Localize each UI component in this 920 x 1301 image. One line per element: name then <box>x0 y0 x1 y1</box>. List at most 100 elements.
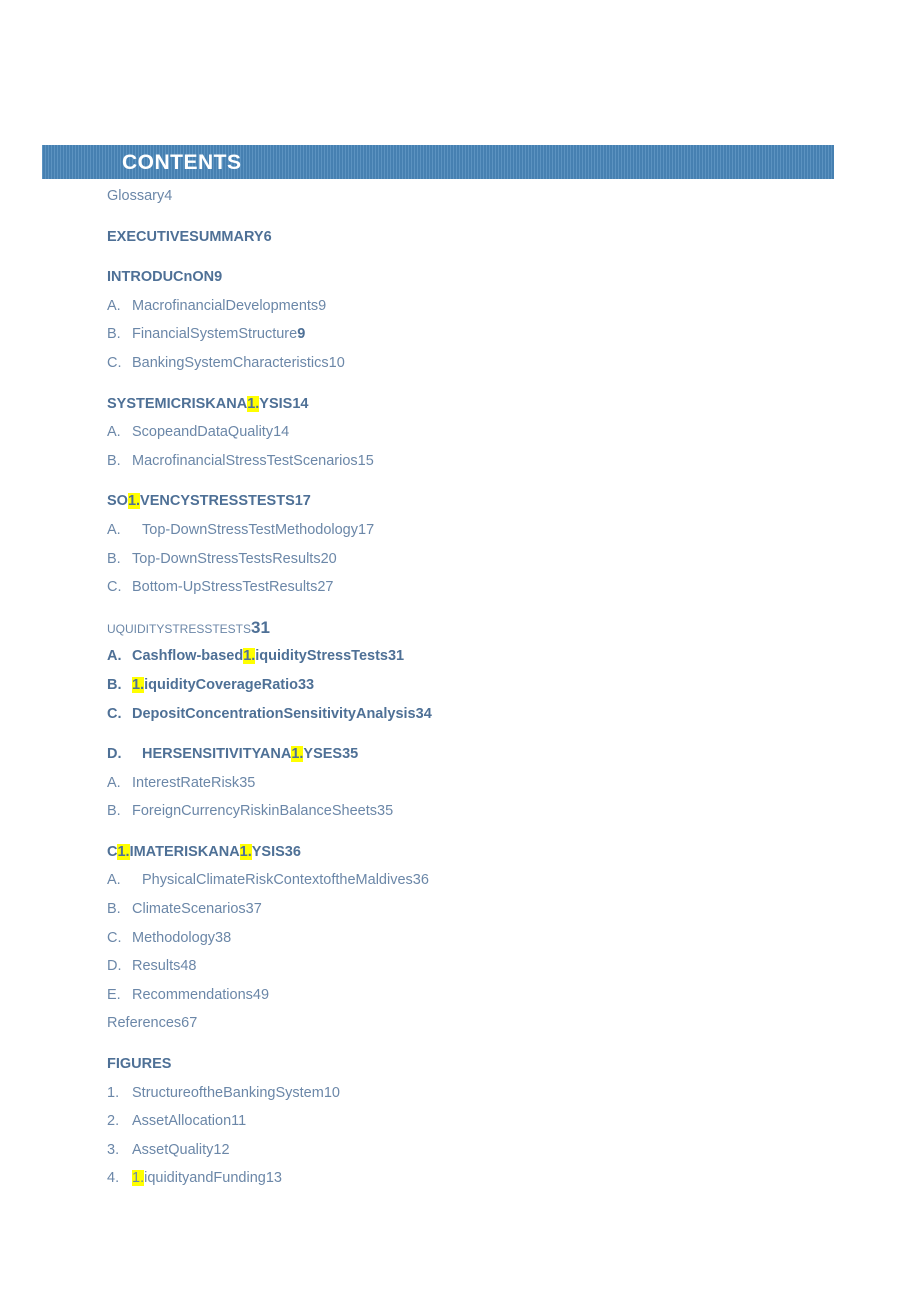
toc-entry-text: AssetAllocation11 <box>132 1107 246 1136</box>
toc-entry-climate-c[interactable]: C. Methodology38 <box>0 924 920 953</box>
toc-entry-figure-3[interactable]: 3. AssetQuality12 <box>0 1136 920 1165</box>
document-page: CONTENTS Glossary4 EXECUTIVESUMMARY6 INTRO… <box>0 0 920 1301</box>
toc-entry-text: SO1.VENCYSTRESSTESTS17 <box>107 487 311 516</box>
toc-entry-text: MacrofinancialStressTestScenarios15 <box>132 447 374 476</box>
toc-entry-references[interactable]: References67 <box>0 1009 920 1038</box>
toc-entry-text: FinancialSystemStructure9 <box>132 320 305 349</box>
toc-entry-text: HERSENSITIVITYANA1.YSES35 <box>142 740 358 769</box>
toc-entry-text-pre: UQUIDITYSTRESSTESTS <box>107 617 252 637</box>
table-of-contents: Glossary4 EXECUTIVESUMMARY6 INTRODUCnON9 A.… <box>0 182 920 1193</box>
toc-entry-text-pre: ScopeandDataQuality <box>132 424 274 441</box>
toc-entry-text-post: iquidityCoverageRatio33 <box>144 676 315 693</box>
toc-entry-text-pre: MacrofinancialDevelopments <box>132 297 319 314</box>
toc-entry-text-post: iquidityStressTests31 <box>255 648 405 665</box>
toc-entry-figure-2[interactable]: 2. AssetAllocation11 <box>0 1107 920 1136</box>
toc-entry-liquidity-a[interactable]: A. Cashflow-based1.iquidityStressTests31 <box>0 642 920 671</box>
toc-entry-label: C. <box>107 579 122 596</box>
toc-entry-text: ForeignCurrencyRiskinBalanceSheets35 <box>132 797 393 826</box>
toc-entry-liquidity-c[interactable]: C. DepositConcentrationSensitivityAnalysi… <box>0 700 920 729</box>
toc-entry-label: A. <box>107 521 121 538</box>
toc-entry-text-pre: InterestRateRisk <box>132 774 240 791</box>
toc-entry-figure-1[interactable]: 1. StructureoftheBankingSystem10 <box>0 1079 920 1108</box>
toc-entry-systemic-b[interactable]: B. MacrofinancialStressTestScenarios15 <box>0 447 920 476</box>
toc-entry-climate-e[interactable]: E. Recommendations49 <box>0 981 920 1010</box>
toc-entry-highlight: 1. <box>117 843 130 860</box>
toc-entry-page-number: 9 <box>297 326 306 343</box>
toc-entry-other-b[interactable]: B. ForeignCurrencyRiskinBalanceSheets35 <box>0 797 920 826</box>
toc-entry-text: Methodology38 <box>132 924 231 953</box>
toc-entry-highlight: 1. <box>291 746 304 763</box>
toc-entry-text-post: YSES35 <box>303 746 359 763</box>
toc-entry-text-pre: DepositConcentrationSensitivityAnalysis <box>132 705 416 722</box>
toc-entry-text-pre: AssetQuality <box>132 1141 214 1158</box>
toc-entry-label: D. <box>107 746 122 763</box>
toc-entry-text-post: 49 <box>252 986 270 1003</box>
toc-entry-text-pre: BankingSystemCharacteristics <box>132 354 329 371</box>
toc-entry-label: B. <box>107 326 121 343</box>
toc-entry-highlight: 1. <box>132 676 145 693</box>
toc-entry-text: References67 <box>107 1009 197 1038</box>
toc-entry-other-sensitivity[interactable]: D. HERSENSITIVITYANA1.YSES35 <box>0 740 920 769</box>
toc-entry-page-number: 31 <box>251 617 270 637</box>
toc-entry-text: ClimateScenarios37 <box>132 895 262 924</box>
toc-entry-label: A. <box>107 297 121 314</box>
toc-entry-text: FIGURES <box>107 1050 171 1079</box>
toc-entry-label: 2. <box>107 1113 120 1130</box>
toc-entry-solvency-c[interactable]: C. Bottom-UpStressTestResults27 <box>0 573 920 602</box>
toc-entry-intro-c[interactable]: C. BankingSystemCharacteristics10 <box>0 349 920 378</box>
toc-entry-liquidity-b[interactable]: B. 1.iquidityCoverageRatio33 <box>0 671 920 700</box>
toc-entry-text: UQUIDITYSTRESSTESTS31 <box>107 614 270 643</box>
toc-entry-text: EXECUTIVESUMMARY6 <box>107 223 272 252</box>
toc-entry-executive-summary[interactable]: EXECUTIVESUMMARY6 <box>0 223 920 252</box>
toc-entry-text-pre: FinancialSystemStructure <box>132 326 298 343</box>
toc-entry-glossary[interactable]: Glossary4 <box>0 182 920 211</box>
toc-entry-label: 3. <box>107 1141 120 1158</box>
toc-entry-text: InterestRateRisk35 <box>132 769 255 798</box>
toc-entry-figure-4[interactable]: 4. 1.iquidityandFunding13 <box>0 1164 920 1193</box>
toc-entry-systemic-a[interactable]: A. ScopeandDataQuality14 <box>0 418 920 447</box>
toc-entry-text: Recommendations49 <box>132 981 269 1010</box>
toc-entry-climate-d[interactable]: D. Results48 <box>0 952 920 981</box>
toc-entry-text-post: VENCYSTRESSTESTS17 <box>140 493 311 510</box>
toc-entry-text-pre: SO <box>107 493 128 510</box>
toc-entry-text-pre: INTRODUCnON <box>107 269 215 286</box>
toc-entry-solvency-a[interactable]: A. Top-DownStressTestMethodology17 <box>0 516 920 545</box>
toc-entry-other-a[interactable]: A. InterestRateRisk35 <box>0 769 920 798</box>
toc-entry-text: 1.iquidityandFunding13 <box>132 1164 282 1193</box>
toc-entry-text-post: 27 <box>317 579 334 596</box>
toc-entry-climate-b[interactable]: B. ClimateScenarios37 <box>0 895 920 924</box>
toc-entry-systemic-risk[interactable]: SYSTEMICRISKANA1.YSIS14 <box>0 390 920 419</box>
toc-entry-text-post: 67 <box>181 1015 198 1032</box>
toc-entry-liquidity[interactable]: UQUIDITYSTRESSTESTS31 <box>0 614 920 643</box>
toc-entry-solvency[interactable]: SO1.VENCYSTRESSTESTS17 <box>0 487 920 516</box>
toc-entry-text-pre: References <box>107 1015 182 1032</box>
toc-entry-text-pre: Methodology <box>132 929 216 946</box>
toc-entry-text: Top-DownStressTestMethodology17 <box>142 516 374 545</box>
toc-entry-text-post: 6 <box>263 228 272 245</box>
toc-entry-label: B. <box>107 452 121 469</box>
toc-entry-intro-b[interactable]: B. FinancialSystemStructure9 <box>0 320 920 349</box>
toc-entry-text-post: 20 <box>320 550 337 567</box>
toc-entry-text-post: 37 <box>245 901 262 918</box>
toc-entry-climate-a[interactable]: A. PhysicalClimateRiskContextoftheMaldive… <box>0 866 920 895</box>
toc-entry-highlight: 1. <box>247 395 260 412</box>
toc-entry-text: BankingSystemCharacteristics10 <box>132 349 345 378</box>
toc-entry-text: Glossary4 <box>107 182 172 211</box>
toc-entry-text: Results48 <box>132 952 197 981</box>
toc-entry-label: A. <box>107 774 121 791</box>
toc-entry-text: Bottom-UpStressTestResults27 <box>132 573 333 602</box>
toc-entry-text-pre: AssetAllocation <box>132 1113 232 1130</box>
toc-entry-text-post: 38 <box>215 929 232 946</box>
toc-entry-text: SYSTEMICRISKANA1.YSIS14 <box>107 390 308 419</box>
toc-entry-highlight: 1. <box>132 1170 145 1187</box>
toc-entry-text-pre: StructureoftheBankingSystem <box>132 1084 324 1101</box>
toc-entry-text: Top-DownStressTestsResults20 <box>132 545 337 574</box>
toc-entry-introduction[interactable]: INTRODUCnON9 <box>0 263 920 292</box>
toc-entry-text-pre: EXECUTIVESUMMARY <box>107 228 264 245</box>
toc-entry-climate-risk[interactable]: C1.IMATERISKANA1.YSIS36 <box>0 838 920 867</box>
toc-entry-intro-a[interactable]: A. MacrofinancialDevelopments9 <box>0 292 920 321</box>
toc-entry-text: StructureoftheBankingSystem10 <box>132 1079 340 1108</box>
toc-entry-figures-heading[interactable]: FIGURES <box>0 1050 920 1079</box>
toc-entry-text-pre: HERSENSITIVITYANA <box>142 746 292 763</box>
toc-entry-solvency-b[interactable]: B. Top-DownStressTestsResults20 <box>0 545 920 574</box>
